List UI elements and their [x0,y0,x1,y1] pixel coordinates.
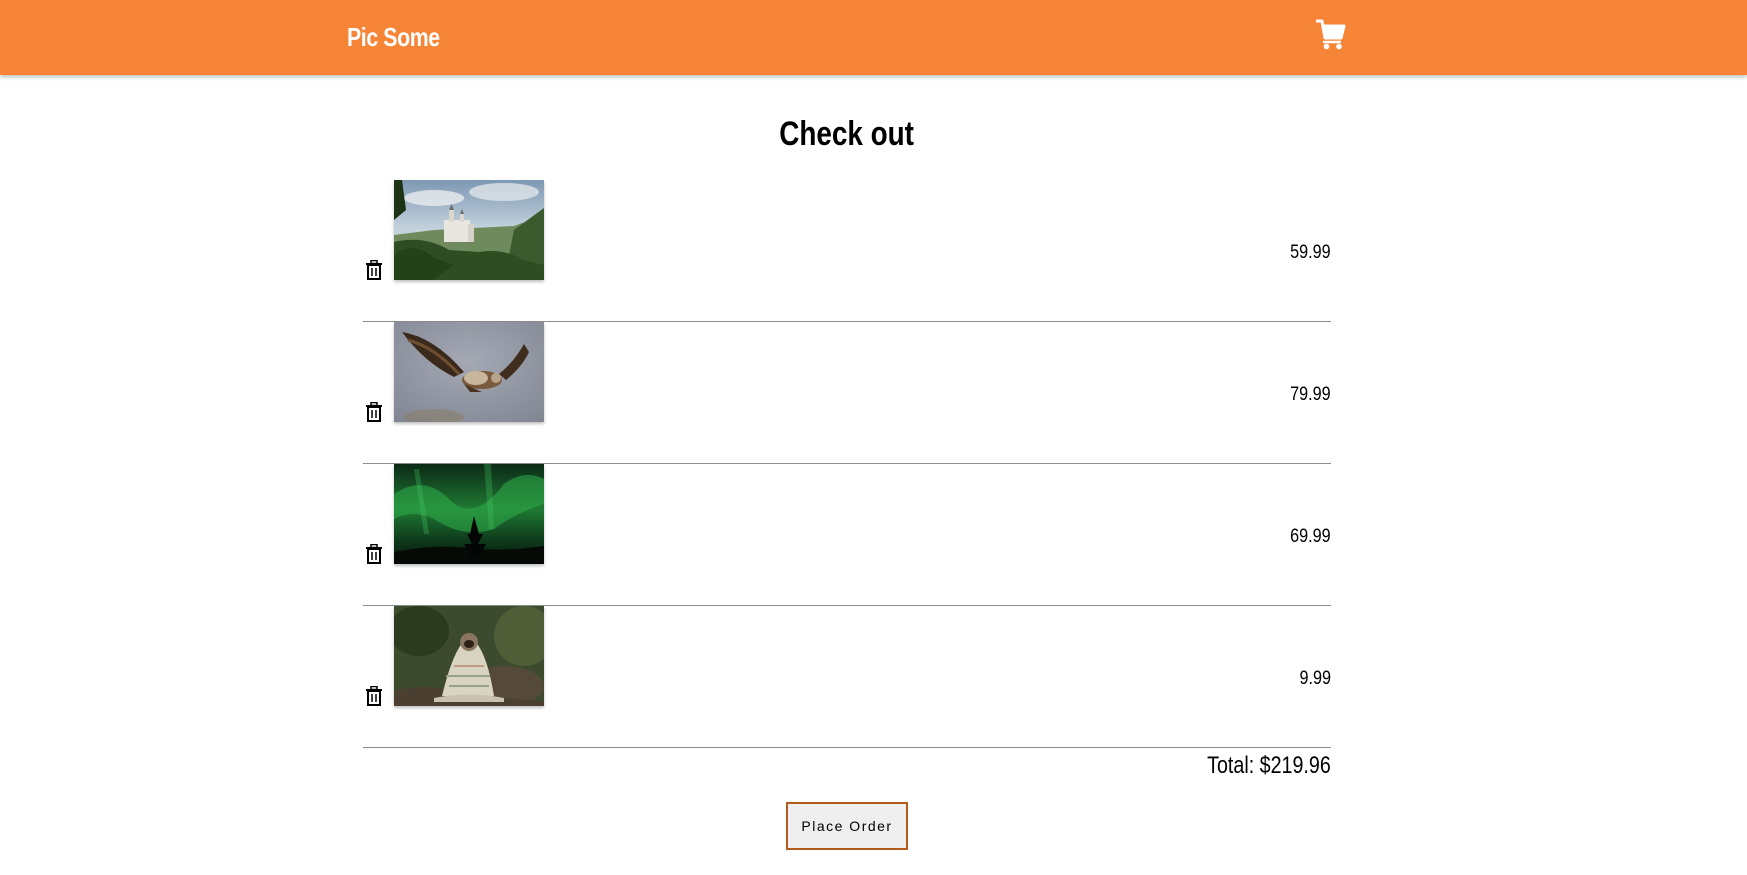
aurora-borealis-photo[interactable] [394,464,544,564]
pug-in-blanket-photo[interactable] [394,606,544,706]
item-price: 9.99 [1299,668,1331,689]
place-order-button[interactable]: Place Order [786,802,908,850]
cart-item-list: 59.99 79.99 69.99 9.99 [363,180,1331,748]
cart-item: 79.99 [363,322,1331,464]
top-nav-bar: Pic Some [0,0,1747,75]
cart-item: 9.99 [363,606,1331,748]
cart-item: 69.99 [363,464,1331,606]
trash-icon[interactable] [365,260,383,280]
shopping-cart-icon[interactable] [1316,18,1346,50]
app-logo-link[interactable]: Pic Some [347,22,440,53]
trash-icon[interactable] [365,686,383,706]
order-total: Total: $219.96 [1207,752,1331,779]
page-title: Check out [779,115,914,153]
item-price: 79.99 [1290,384,1331,405]
eagle-in-flight-photo[interactable] [394,322,544,422]
trash-icon[interactable] [365,402,383,422]
trash-icon[interactable] [365,544,383,564]
cart-item: 59.99 [363,180,1331,322]
item-price: 59.99 [1290,242,1331,263]
castle-on-hill-photo[interactable] [394,180,544,280]
item-price: 69.99 [1290,526,1331,547]
